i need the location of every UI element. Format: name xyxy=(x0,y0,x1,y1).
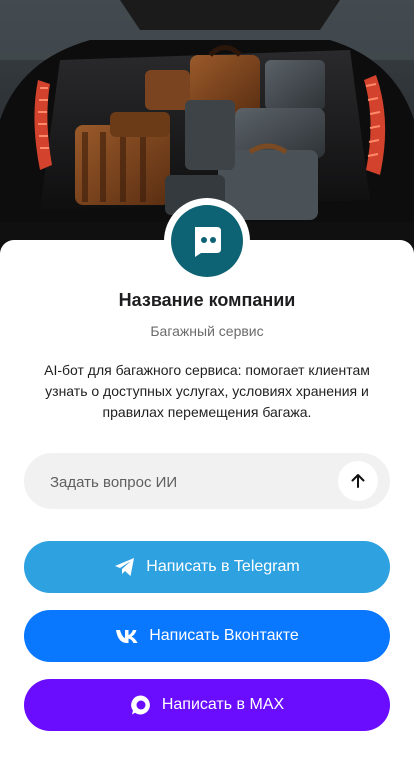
telegram-button[interactable]: Написать в Telegram xyxy=(24,541,390,593)
max-button[interactable]: Написать в MAX xyxy=(24,679,390,731)
screen: Название компании Багажный сервис AI-бот… xyxy=(0,0,414,770)
chat-bot-icon xyxy=(195,227,221,257)
ask-ai-field[interactable] xyxy=(24,453,390,511)
vk-icon xyxy=(115,628,139,644)
arrow-up-icon xyxy=(351,474,365,488)
max-button-label: Написать в MAX xyxy=(161,696,285,713)
vk-button-label: Написать Вконтакте xyxy=(149,627,299,644)
ask-ai-input[interactable] xyxy=(48,453,342,511)
avatar xyxy=(164,198,250,284)
vk-button[interactable]: Написать Вконтакте xyxy=(24,610,390,662)
company-name: Название компании xyxy=(118,290,296,310)
telegram-button-label: Написать в Telegram xyxy=(146,558,300,575)
bot-avatar xyxy=(171,205,243,277)
company-subtitle: Багажный сервис xyxy=(150,323,264,339)
company-description: AI-бот для багажного сервиса: помогает к… xyxy=(44,362,370,420)
max-icon xyxy=(130,694,152,716)
send-button[interactable] xyxy=(338,461,378,501)
telegram-icon xyxy=(114,557,136,577)
